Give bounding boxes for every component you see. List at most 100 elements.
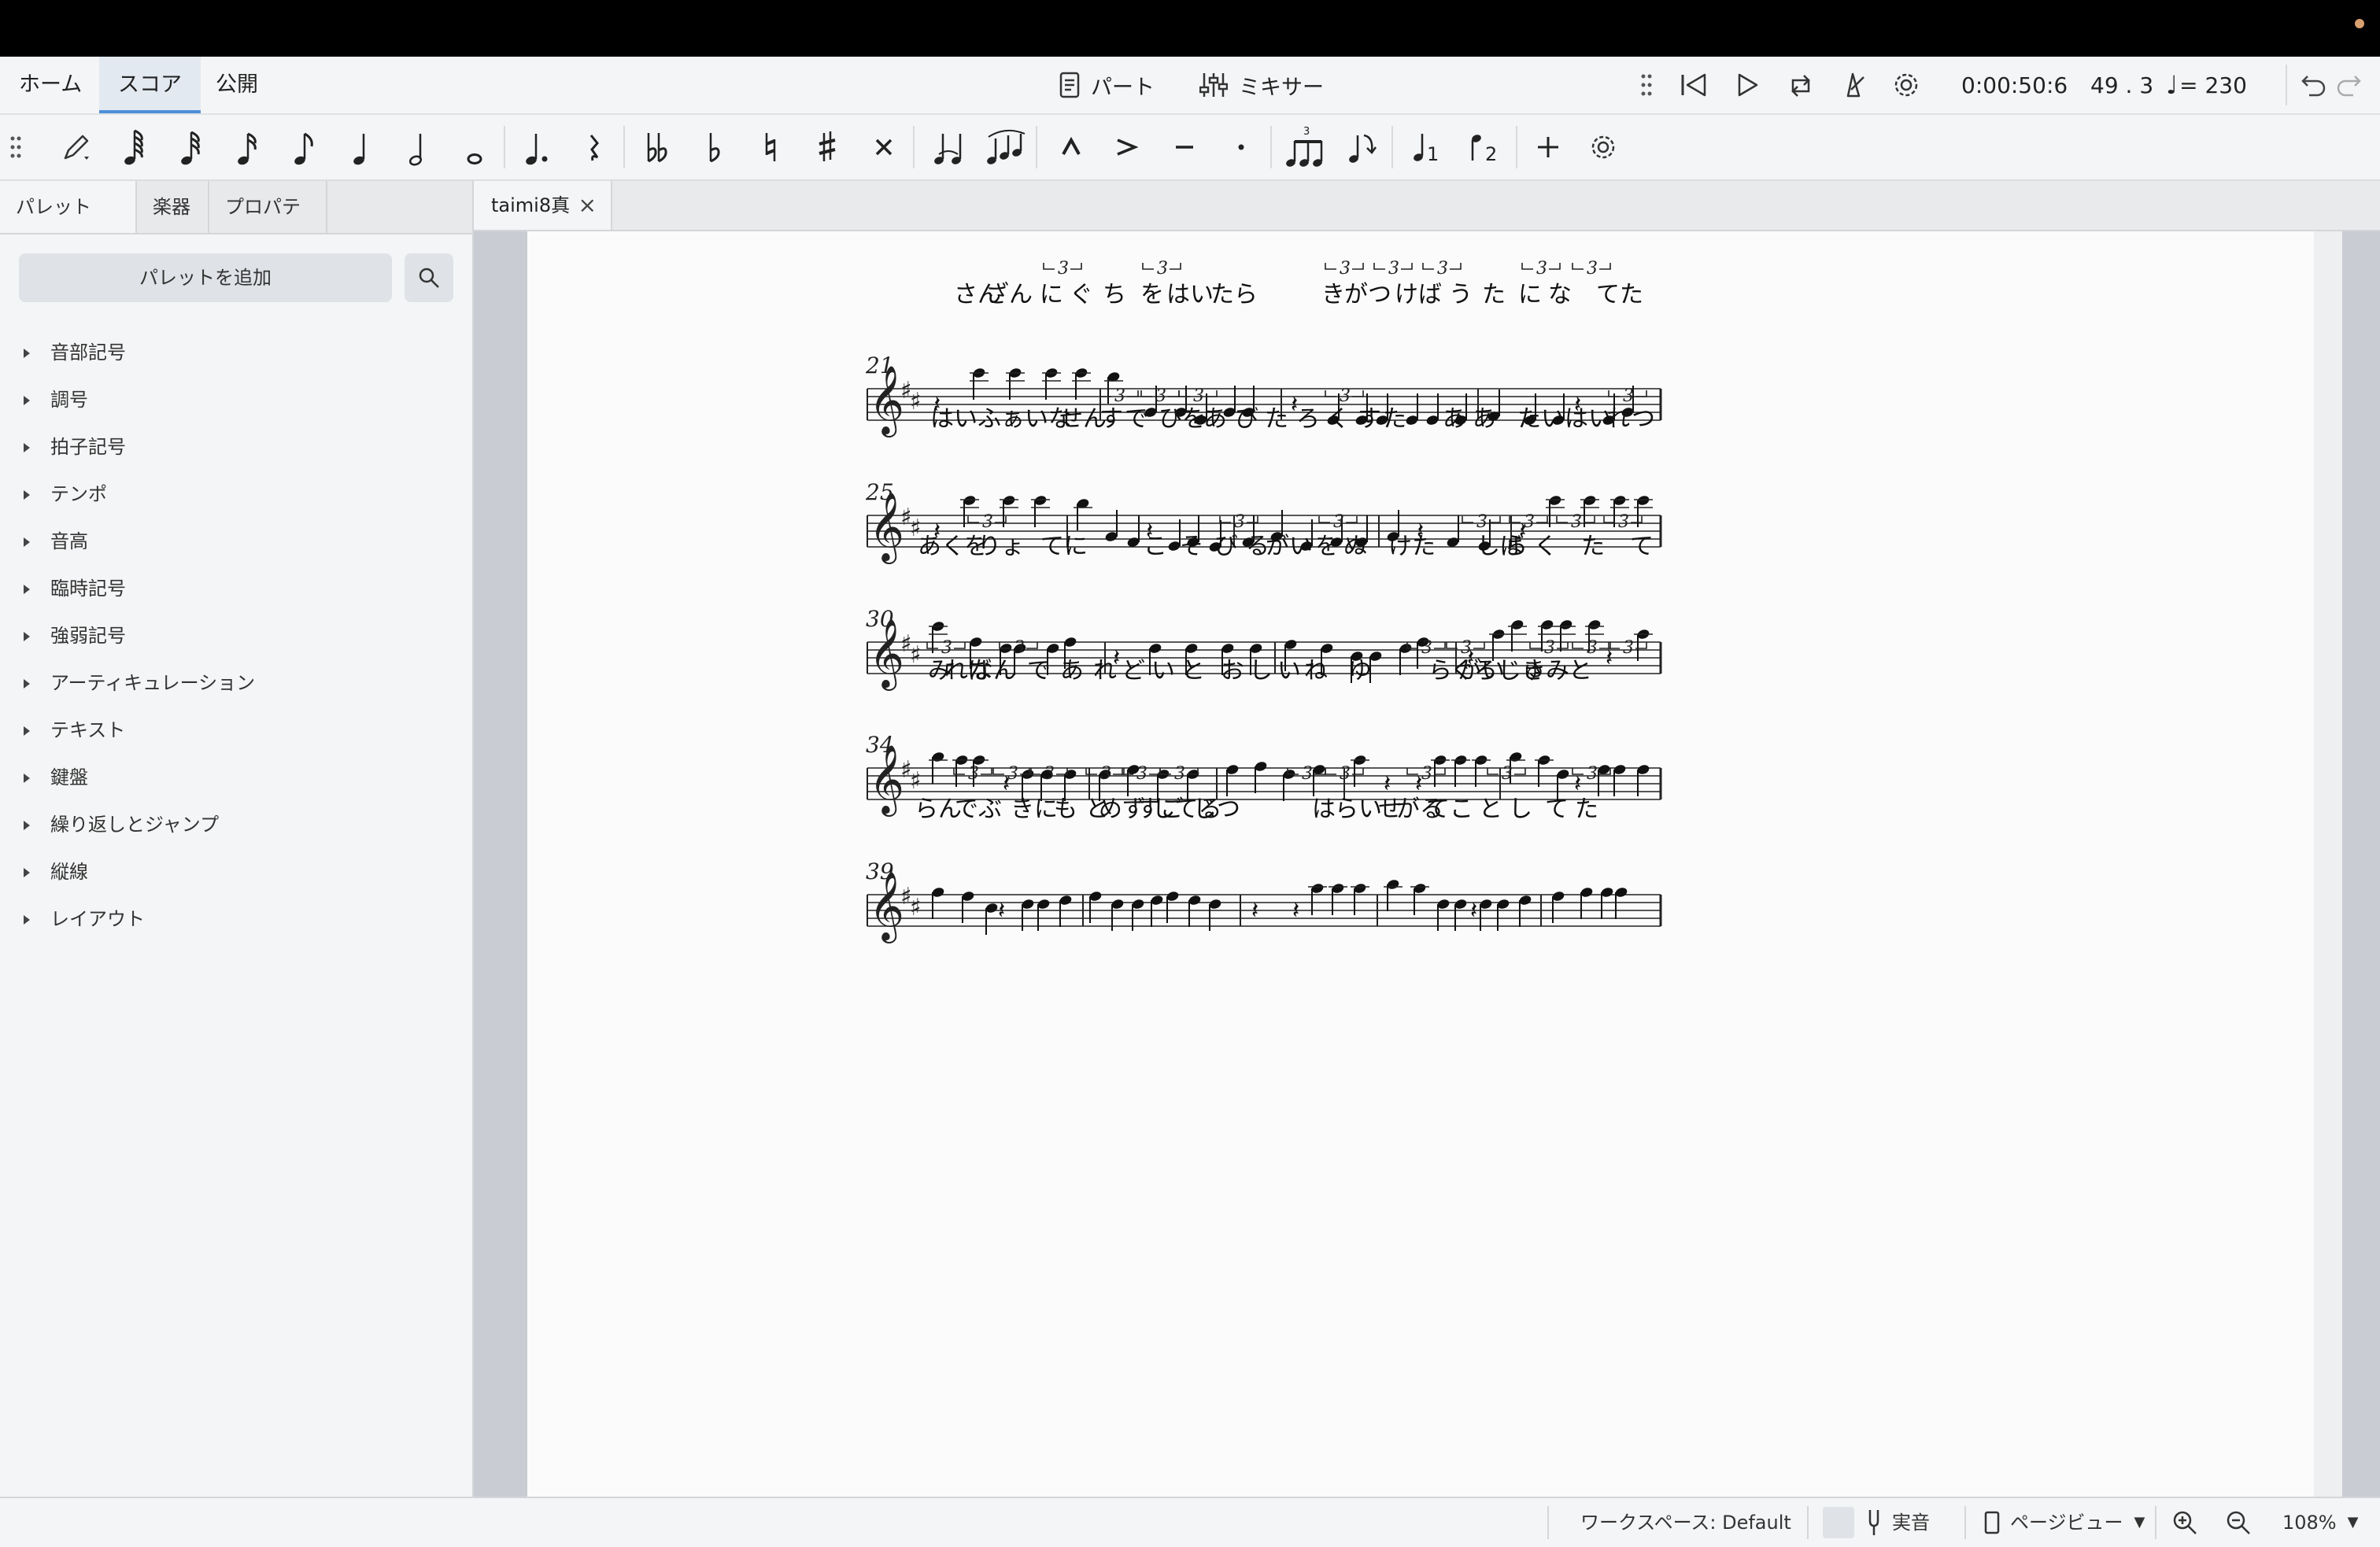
accent-button[interactable] (1102, 115, 1151, 179)
expand-arrow-icon (24, 726, 30, 736)
palette-search-button[interactable] (405, 253, 453, 302)
palette-item-key-signatures[interactable]: 調号 (24, 384, 88, 415)
tenuto-icon (1176, 146, 1193, 149)
marcato-button[interactable] (1047, 115, 1096, 179)
tenuto-button[interactable] (1160, 115, 1209, 179)
tab-score[interactable]: スコア (99, 57, 201, 113)
expand-arrow-icon (24, 868, 30, 877)
duration-eighth-button[interactable] (280, 115, 329, 179)
double-flat-button[interactable] (633, 115, 682, 179)
duration-quarter-button[interactable] (337, 115, 386, 179)
redo-button[interactable] (2334, 57, 2363, 113)
palette-item-pitch[interactable]: 音高 (24, 526, 88, 557)
slur-button[interactable] (982, 115, 1031, 179)
toolbar-settings-button[interactable] (1579, 115, 1628, 179)
palette-item-repeats-jumps[interactable]: 繰り返しとジャンプ (24, 809, 219, 840)
palette-item-layout[interactable]: レイアウト (24, 903, 145, 935)
quarter-note-icon: ♩ (2166, 70, 2179, 100)
sharp-button[interactable] (803, 115, 852, 179)
duration-whole-button[interactable] (450, 115, 499, 179)
duration-32nd-button[interactable] (167, 115, 216, 179)
toolbar-drag-handle[interactable] (0, 115, 31, 179)
mixer-button[interactable]: ミキサー (1199, 57, 1324, 113)
parts-button[interactable]: パート (1059, 57, 1155, 113)
palette-item-label: 拍子記号 (50, 436, 126, 458)
lyric-syllable: ち (1103, 281, 1126, 308)
voice-2-button[interactable]: 2 (1461, 115, 1510, 179)
zoom-selector[interactable]: 108% ▼ (2282, 1498, 2358, 1547)
drag-handle-icon (1641, 74, 1652, 96)
concert-pitch-toggle[interactable]: 実音 (1823, 1498, 1930, 1547)
duration-64th-button[interactable] (110, 115, 159, 179)
dotted-note-icon (526, 134, 548, 165)
palette-item-label: 縦線 (50, 861, 88, 883)
tempo-value: = 230 (2179, 72, 2247, 98)
rest-button[interactable] (570, 115, 619, 179)
expand-arrow-icon (24, 443, 30, 452)
tab-properties[interactable]: プロパティ (209, 181, 327, 270)
metronome-button[interactable] (1840, 57, 1867, 113)
close-icon[interactable]: × (578, 181, 597, 230)
playback-settings-button[interactable] (1892, 57, 1920, 113)
lyric-syllable: けた (1388, 533, 1436, 560)
note-input-mode-button[interactable] (52, 115, 101, 179)
lyric-syllable: らい (1335, 796, 1382, 823)
zoom-in-button[interactable] (2171, 1498, 2199, 1547)
palette-item-text[interactable]: テキスト (24, 714, 125, 746)
tuplet-button[interactable]: 3 (1281, 115, 1330, 179)
palette-item-accidentals[interactable]: 臨時記号 (24, 573, 126, 604)
rest-icon (589, 135, 599, 161)
musescore-window: ホーム スコア 公開 パート ミキサー 0:00:50:6 49 . 3 ♩ =… (0, 57, 2380, 1547)
voice-1-button[interactable]: 1 (1402, 115, 1451, 179)
staccato-button[interactable] (1217, 115, 1266, 179)
tie-button[interactable] (926, 115, 974, 179)
tab-palettes[interactable]: パレット ··· (0, 181, 137, 270)
undo-button[interactable] (2286, 65, 2328, 105)
zoom-out-icon (2227, 1511, 2250, 1534)
tuplet-number: 3 (982, 512, 993, 532)
palette-item-label: 音部記号 (50, 342, 126, 364)
palette-item-dynamics[interactable]: 強弱記号 (24, 620, 126, 652)
palette-item-tempo[interactable]: テンポ (24, 478, 107, 510)
marcato-icon (1062, 136, 1081, 155)
status-divider (1964, 1506, 1966, 1539)
concert-pitch-checkbox[interactable] (1823, 1507, 1854, 1538)
palette-item-keyboard[interactable]: 鍵盤 (24, 762, 88, 793)
natural-button[interactable] (746, 115, 795, 179)
augmentation-dot-button[interactable] (513, 115, 562, 179)
palette-item-articulations[interactable]: アーティキュレーション (24, 667, 255, 699)
duration-half-button[interactable] (394, 115, 442, 179)
duration-16th-button[interactable] (224, 115, 272, 179)
expand-arrow-icon (24, 821, 30, 830)
score-page[interactable]: 𝄞 ♯ ♯ 21 𝄽 𝄽 𝄽 3 3 3 3 3 3 3 さん ざんにぐちをはい たらきがつ けばうたになてた 𝄞 ♯… (527, 231, 2314, 1497)
workspace-selector[interactable]: ワークスペース: Default (1580, 1498, 1791, 1547)
loop-button[interactable] (1787, 57, 1815, 113)
score-tab[interactable]: taimi8真 × (474, 181, 612, 230)
score-view[interactable]: 𝄞 ♯ ♯ 21 𝄽 𝄽 𝄽 3 3 3 3 3 3 3 さん ざんにぐちをはい たらきがつ けばうたになてた 𝄞 ♯… (474, 231, 2380, 1497)
zoom-out-button[interactable] (2224, 1498, 2252, 1547)
palette-item-clefs[interactable]: 音部記号 (24, 337, 126, 368)
playback-drag-handle[interactable] (1640, 57, 1653, 113)
double-sharp-button[interactable] (859, 115, 908, 179)
palette-item-time-signatures[interactable]: 拍子記号 (24, 431, 126, 463)
view-mode-selector[interactable]: ページビュー ▼ (1983, 1498, 2145, 1547)
tempo-display[interactable]: ♩ = 230 (2166, 57, 2247, 113)
play-button[interactable] (1735, 57, 1760, 113)
rewind-button[interactable] (1680, 57, 1708, 113)
tuplet-number: 3 (1421, 638, 1432, 658)
tuplet-number: 3 (1461, 638, 1472, 658)
view-mode-label: ページビュー (2010, 1512, 2123, 1534)
palette-item-barlines[interactable]: 縦線 (24, 856, 88, 888)
add-palette-button[interactable]: パレットを追加 (19, 253, 392, 302)
score-notation[interactable]: 𝄞♯♯21𝄽 𝄽 𝄽3 3 3 3 3 3 3さんざんにぐちをはいたらきがつ けばうたになてた𝄞♯… (527, 231, 2314, 1497)
quarter-rest: 𝄽 (1292, 897, 1299, 925)
score-tab-bar: taimi8真 × (474, 181, 2380, 231)
tab-home[interactable]: ホーム (0, 57, 101, 113)
flip-direction-button[interactable] (1338, 115, 1387, 179)
quarter-note-icon (353, 134, 365, 165)
add-button[interactable] (1524, 115, 1572, 179)
tab-publish[interactable]: 公開 (197, 57, 277, 113)
flat-button[interactable] (689, 115, 738, 179)
lyric-syllable: れ (1606, 405, 1630, 433)
tab-instruments[interactable]: 楽器 (137, 181, 209, 233)
